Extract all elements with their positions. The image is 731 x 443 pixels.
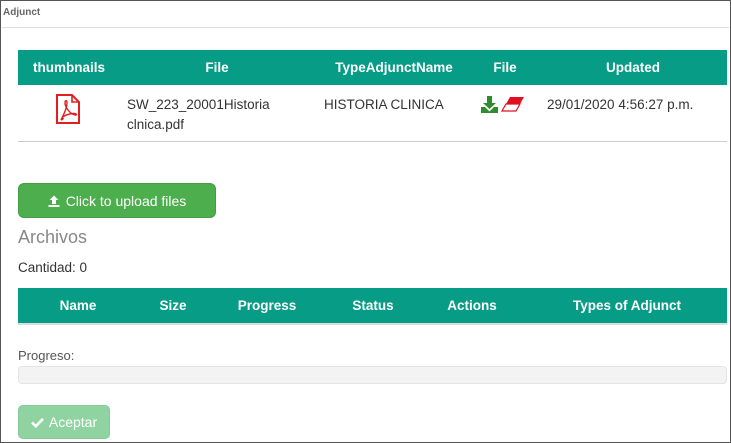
col-header-updated[interactable]: Updated [606,50,660,85]
upload-files-label: Click to upload files [65,192,187,209]
upload-files-button[interactable]: Click to upload files [18,183,216,218]
col-header-type-adjunct-name[interactable]: TypeAdjunctName [335,50,453,85]
col-header-types-of-adjunct: Types of Adjunct [573,298,681,313]
eraser-icon[interactable] [501,96,525,112]
updated-timestamp: 29/01/2020 4:56:27 p.m. [547,97,694,112]
col-header-file[interactable]: File [205,50,228,85]
file-count: Cantidad: 0 [18,260,88,275]
progress-bar [18,366,727,384]
col-header-name: Name [59,298,97,313]
upload-queue-table-header: Name Size Progress Status Actions Types … [18,288,727,325]
col-header-actions: Actions [447,298,497,313]
files-table-header: thumbnails File TypeAdjunctName File Upd… [18,50,727,85]
table-row: SW_223_20001Historia clnica.pdf HISTORIA… [18,85,727,142]
col-header-size: Size [159,298,187,313]
col-header-thumbnails[interactable]: thumbnails [33,50,105,85]
panel-title-divider [2,27,729,28]
panel-title: Adjunct [3,7,41,18]
archivos-title: Archivos [18,227,88,247]
col-header-progress: Progress [237,298,297,313]
accept-label: Aceptar [48,414,98,430]
pdf-file-icon[interactable] [55,94,81,124]
download-icon[interactable] [480,95,499,114]
type-adjunct-name: HISTORIA CLINICA [324,97,444,112]
col-header-file-actions[interactable]: File [493,50,516,85]
upload-icon [48,195,60,207]
accept-button[interactable]: Aceptar [18,405,110,439]
file-name: SW_223_20001Historia clnica.pdf [127,97,270,132]
progress-label: Progreso: [18,348,75,363]
adjunct-panel: Adjunct thumbnails File TypeAdjunctName … [0,0,731,443]
col-header-status: Status [352,298,394,313]
check-icon [30,417,44,428]
